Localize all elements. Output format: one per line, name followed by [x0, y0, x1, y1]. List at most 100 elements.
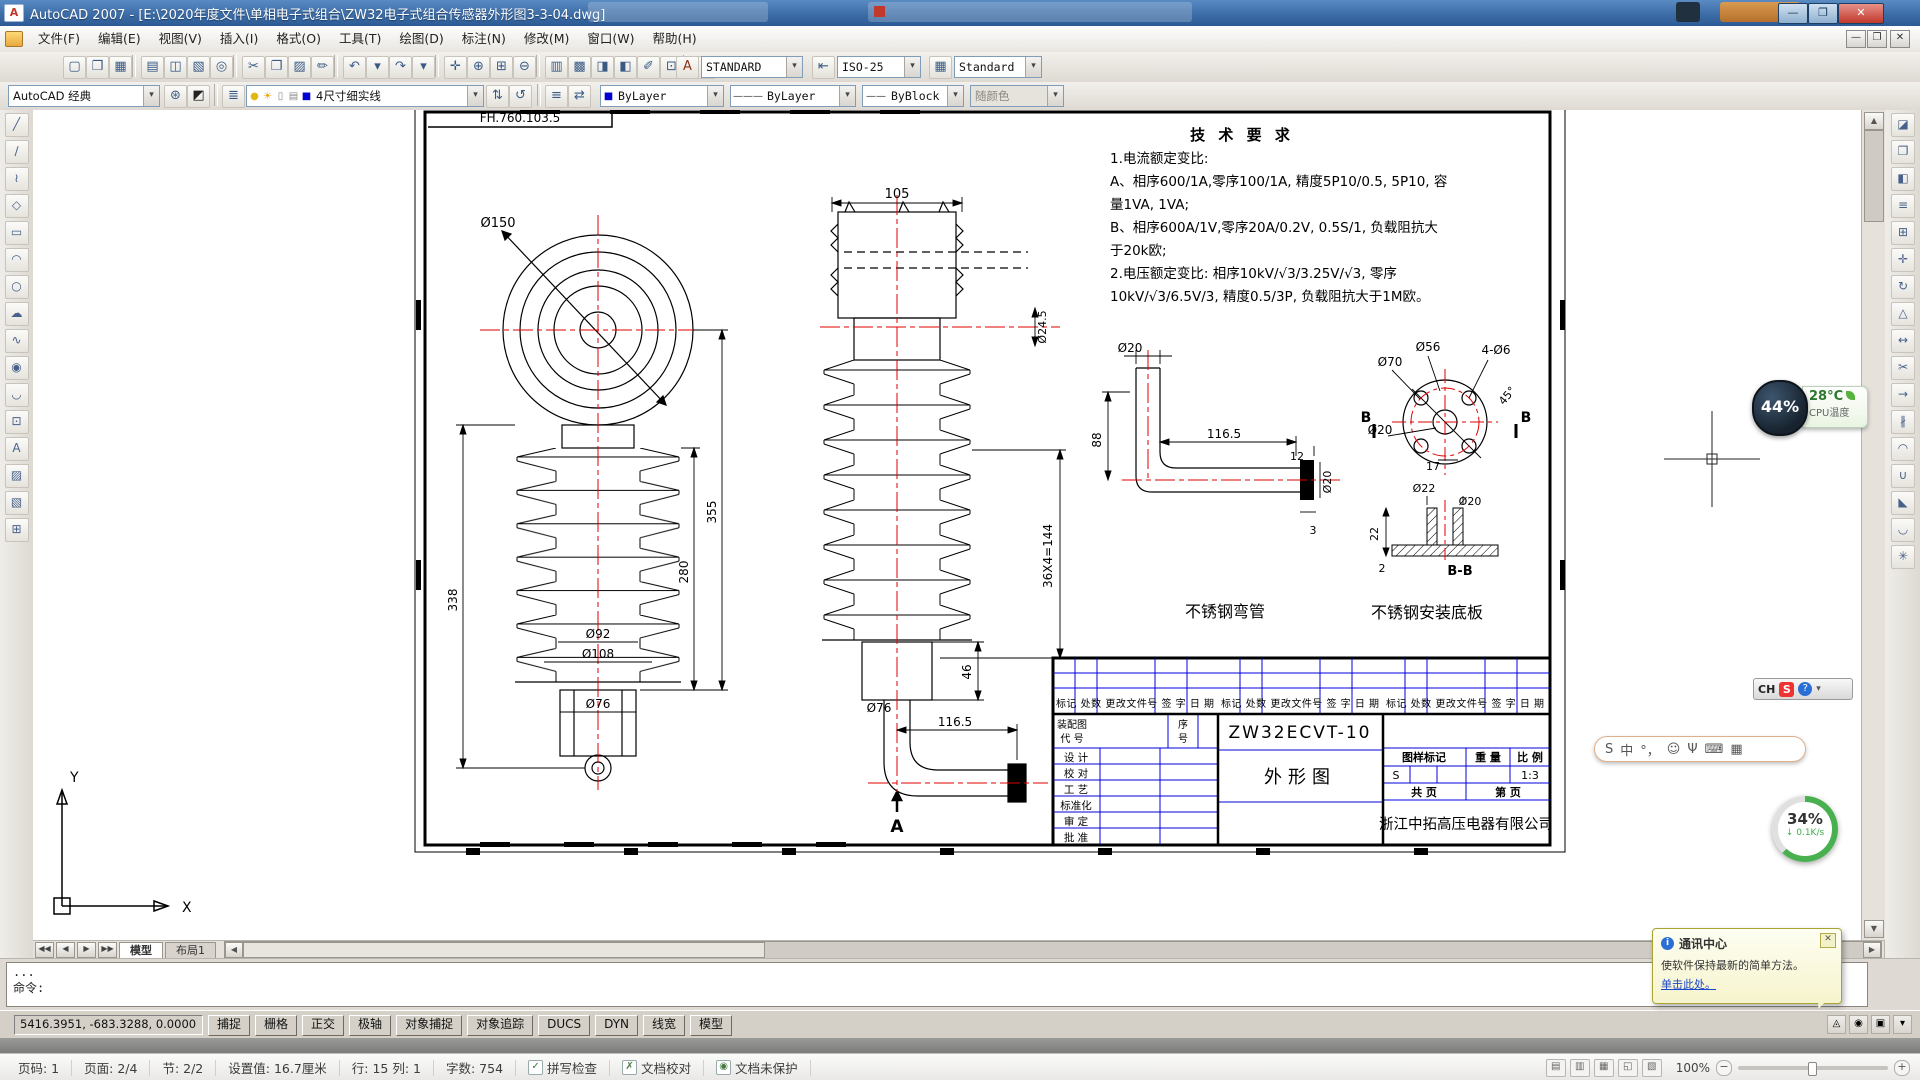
document-status-item[interactable]: 节: 2/2	[150, 1060, 216, 1076]
mdi-close-button[interactable]: ✕	[1890, 30, 1910, 48]
markup-icon[interactable]: ✐	[637, 56, 660, 79]
title-bar[interactable]: A AutoCAD 2007 - [E:\2020年度文件\单相电子式组合\ZW…	[0, 0, 1920, 26]
cut-icon[interactable]: ✂	[242, 56, 265, 79]
layer-previous-icon[interactable]: ↺	[509, 85, 532, 108]
layer-translate-icon[interactable]: ⇄	[568, 85, 591, 108]
rotate-icon[interactable]: ↻	[1891, 275, 1915, 299]
break-point-icon[interactable]: ◠	[1891, 437, 1915, 461]
tab-layout1[interactable]: 布局1	[165, 942, 216, 959]
text-style-icon[interactable]: A	[676, 56, 699, 79]
plot-preview-icon[interactable]: ◫	[164, 56, 187, 79]
menu-file[interactable]: 文件(F)	[29, 28, 89, 50]
explode-icon[interactable]: ✳	[1891, 545, 1915, 569]
cpu-monitor-widget[interactable]: 28°C CPU温度 44%	[1752, 380, 1868, 434]
publish-icon[interactable]: ▧	[187, 56, 210, 79]
chamfer-icon[interactable]: ◣	[1891, 491, 1915, 515]
menu-draw[interactable]: 绘图(D)	[390, 28, 452, 50]
scroll-left-icon[interactable]: ◀	[225, 942, 243, 958]
spline-icon[interactable]: ∿	[5, 329, 29, 353]
zoom-slider-thumb[interactable]	[1808, 1062, 1817, 1076]
mirror-icon[interactable]: ◧	[1891, 167, 1915, 191]
document-icon[interactable]	[5, 31, 23, 47]
layer-combo[interactable]: ● ☀ ▯ ▤ ■ 4尺寸细实线 ▾	[246, 85, 484, 107]
zoom-slider[interactable]	[1738, 1066, 1888, 1070]
tab-model[interactable]: 模型	[119, 942, 163, 959]
document-status-item[interactable]: ✗文档校对	[610, 1060, 704, 1076]
document-status-item[interactable]: 页码: 1	[6, 1060, 72, 1076]
status-toggle-button[interactable]: 栅格	[255, 1015, 297, 1036]
layer-thaw-icon[interactable]: ☀	[262, 91, 273, 102]
ellipse-icon[interactable]: ◉	[5, 356, 29, 380]
read-mode-icon[interactable]: ▧	[1642, 1059, 1662, 1077]
chevron-down-icon[interactable]: ▾	[1025, 57, 1041, 77]
comm-center-icon[interactable]: ◉	[1849, 1015, 1868, 1034]
command-input[interactable]: ... 命令:	[6, 962, 1868, 1007]
emoji-icon[interactable]: ☺	[1667, 742, 1681, 757]
chevron-down-icon[interactable]: ▾	[707, 86, 723, 106]
revision-cloud-icon[interactable]: ☁	[5, 302, 29, 326]
workspace-lock-icon[interactable]: ◩	[187, 85, 210, 108]
status-toggle-button[interactable]: 对象捕捉	[396, 1015, 462, 1036]
toolbox-icon[interactable]: ▦	[1730, 742, 1742, 757]
erase-icon[interactable]: ◪	[1891, 113, 1915, 137]
tab-prev-icon[interactable]: ◀	[56, 942, 75, 958]
pan-icon[interactable]: ✛	[444, 56, 467, 79]
join-icon[interactable]: ∪	[1891, 464, 1915, 488]
trim-icon[interactable]: ✂	[1891, 356, 1915, 380]
new-icon[interactable]: ▢	[63, 56, 86, 79]
gradient-icon[interactable]: ▧	[5, 491, 29, 515]
chevron-down-icon[interactable]: ▾	[839, 86, 855, 106]
sogou-logo-icon[interactable]: S	[1605, 742, 1613, 757]
array-icon[interactable]: ⊞	[1891, 221, 1915, 245]
lock-icon[interactable]: ▣	[1871, 1015, 1890, 1034]
lineweight-combo[interactable]: —— ByBlock ▾	[862, 85, 964, 107]
zoom-realtime-icon[interactable]: ⊕	[467, 56, 490, 79]
status-toggle-button[interactable]: DUCS	[538, 1015, 590, 1036]
document-status-item[interactable]: ◉文档未保护	[704, 1060, 811, 1076]
table-icon[interactable]: ⊞	[5, 518, 29, 542]
fullscreen-icon[interactable]: ◱	[1618, 1059, 1638, 1077]
mdi-minimize-button[interactable]: —	[1846, 30, 1866, 48]
redo-arrow-icon[interactable]: ▾	[412, 56, 435, 79]
chevron-down-icon[interactable]: ▾	[786, 57, 802, 77]
undo-arrow-icon[interactable]: ▾	[366, 56, 389, 79]
horizontal-scrollbar[interactable]: ◀ ▶	[224, 941, 1882, 959]
status-toggle-button[interactable]: 模型	[690, 1015, 732, 1036]
chinese-mode-icon[interactable]: 中	[1620, 740, 1633, 759]
plot-icon[interactable]: ▤	[141, 56, 164, 79]
menu-modify[interactable]: 修改(M)	[515, 28, 579, 50]
insert-block-icon[interactable]: ⊡	[5, 410, 29, 434]
stretch-icon[interactable]: ↔	[1891, 329, 1915, 353]
voice-icon[interactable]: Ψ	[1687, 742, 1697, 757]
designcenter-icon[interactable]: ▩	[568, 56, 591, 79]
keyboard-icon[interactable]: ⌨	[1705, 742, 1724, 757]
popup-link[interactable]: 单击此处。	[1661, 976, 1833, 992]
horizontal-scroll-thumb[interactable]	[243, 942, 765, 958]
circle-icon[interactable]: ○	[5, 275, 29, 299]
menu-format[interactable]: 格式(O)	[267, 28, 330, 50]
fillet-icon[interactable]: ◡	[1891, 518, 1915, 542]
tab-first-icon[interactable]: ◀◀	[35, 942, 54, 958]
layer-manager-icon[interactable]: ≣	[222, 85, 245, 108]
memory-usage-ball[interactable]: 44%	[1752, 380, 1808, 436]
menu-tools[interactable]: 工具(T)	[330, 28, 390, 50]
status-toggle-button[interactable]: 极轴	[349, 1015, 391, 1036]
arc-icon[interactable]: ◠	[5, 248, 29, 272]
mtext-icon[interactable]: A	[5, 437, 29, 461]
menu-help[interactable]: 帮助(H)	[644, 28, 706, 50]
chevron-down-icon[interactable]: ▾	[904, 57, 920, 77]
background-window-2[interactable]	[868, 2, 1192, 22]
zoom-previous-icon[interactable]: ⊖	[513, 56, 536, 79]
maximize-button[interactable]: ❐	[1808, 3, 1838, 24]
chevron-down-icon[interactable]: ▾	[143, 86, 159, 106]
redo-icon[interactable]: ↷	[389, 56, 412, 79]
status-toggle-button[interactable]: 正交	[302, 1015, 344, 1036]
line-icon[interactable]: ╱	[5, 113, 29, 137]
help-tray-icon[interactable]: ?	[1798, 682, 1812, 696]
web-view-icon[interactable]: ▦	[1594, 1059, 1614, 1077]
close-button[interactable]: ✕	[1838, 3, 1884, 24]
punctuation-icon[interactable]: °，	[1640, 740, 1660, 759]
sogou-tray-icon[interactable]: S	[1779, 682, 1794, 697]
properties-icon[interactable]: ▥	[545, 56, 568, 79]
linetype-combo[interactable]: ——— ByLayer ▾	[730, 85, 856, 107]
